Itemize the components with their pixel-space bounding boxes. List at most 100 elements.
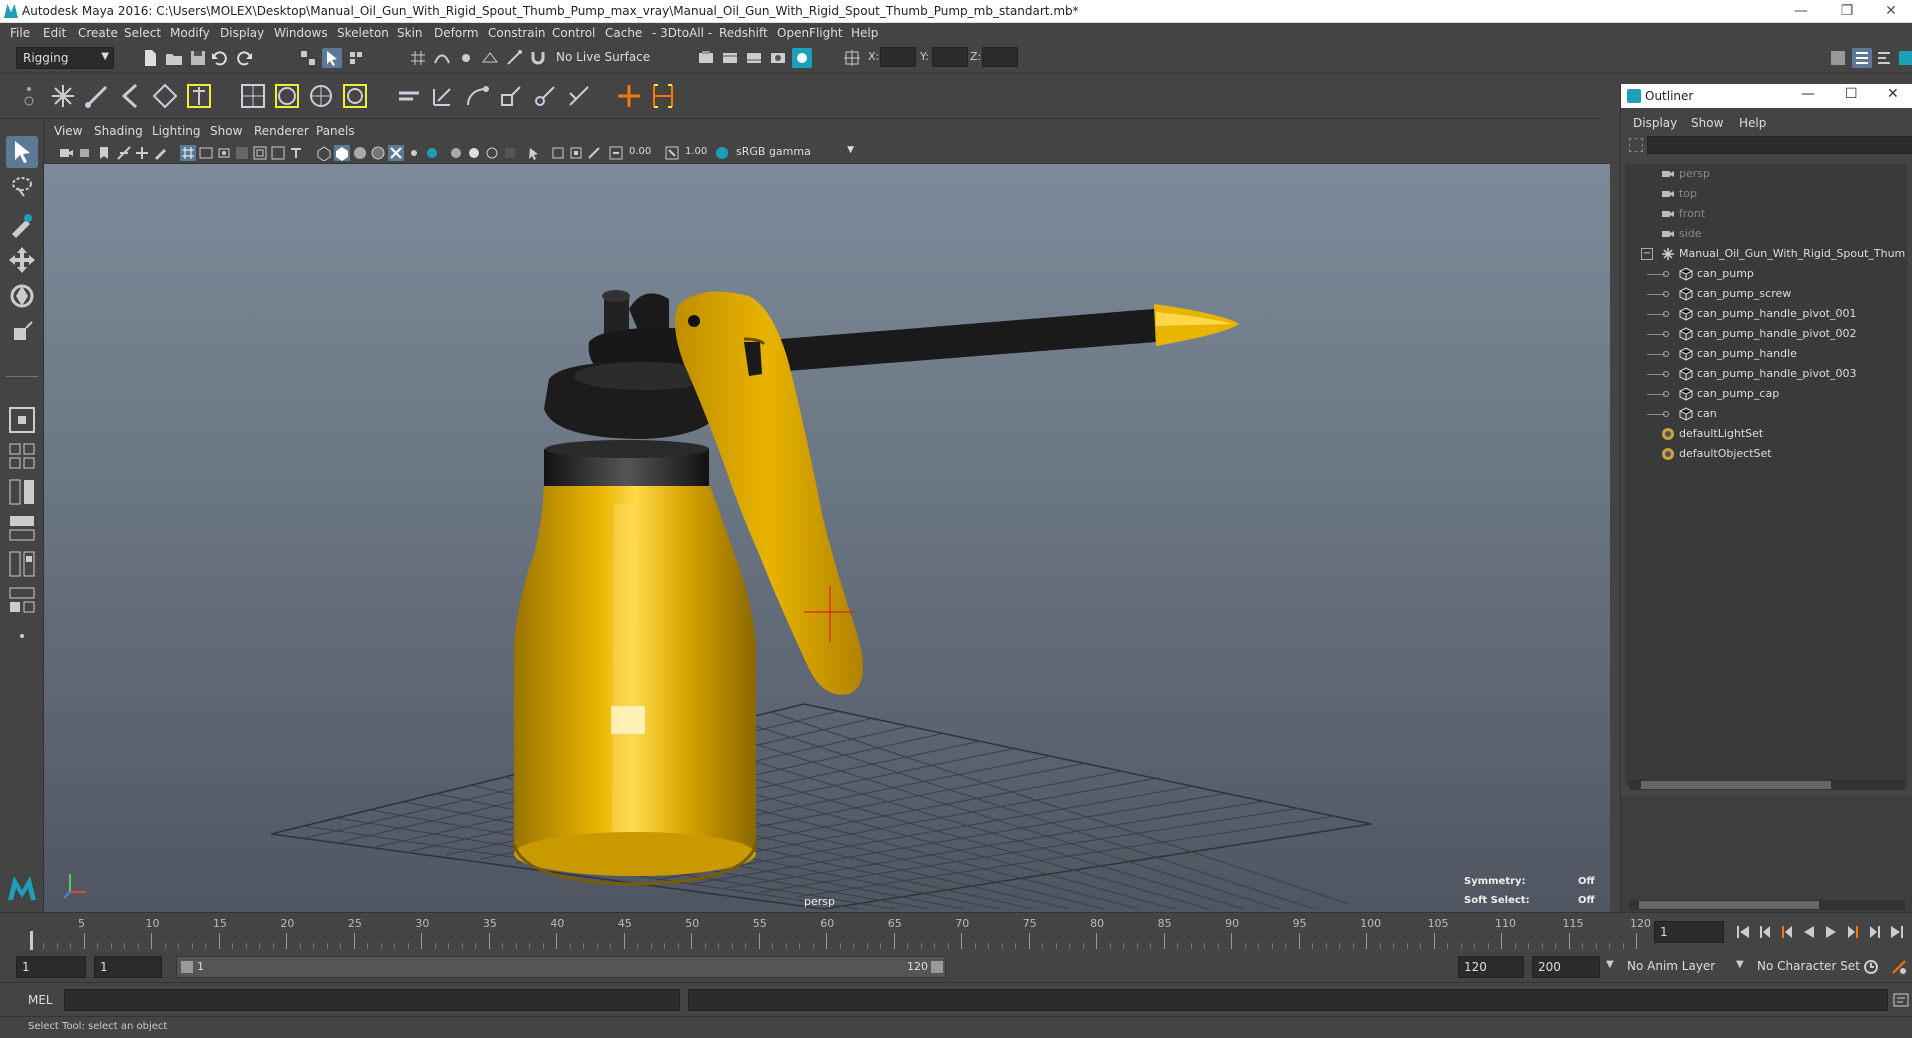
film-gate-icon[interactable] [198,145,214,161]
grid-toggle-icon[interactable] [180,145,196,161]
range-bar[interactable]: 1 120 [176,956,946,978]
exposure-field[interactable]: 0.00 [626,143,658,163]
exposure-icon[interactable] [608,145,624,161]
outliner-item[interactable]: can_pump_handle_pivot_002 [1625,324,1907,344]
outliner-item[interactable]: can [1625,404,1907,424]
x-coord-field[interactable] [880,47,916,67]
outliner-item[interactable]: can_pump [1625,264,1907,284]
character-set-dropdown[interactable]: No Character Set [1752,956,1872,978]
hypershade-icon[interactable] [792,48,812,68]
menu-modify[interactable]: Modify [170,26,210,40]
menu-skin[interactable]: Skin [397,26,423,40]
play-backward-icon[interactable] [1800,923,1818,941]
single-view-layout-icon[interactable] [6,404,38,436]
expand-dot-icon[interactable] [1663,291,1669,297]
attr-hscroll-thumb[interactable] [1639,901,1819,909]
step-back-icon[interactable] [1756,923,1774,941]
menu-display[interactable]: Display [220,26,264,40]
time-ruler[interactable]: 5 10 15 20 25 30 35 40 45 50 55 60 65 70 75 80 85 90 95 100… [30,913,1651,951]
shadows-icon[interactable] [448,145,464,161]
expand-dot-icon[interactable] [1663,331,1669,337]
grease-pencil-icon[interactable] [152,145,168,161]
transform-mode-icon[interactable] [842,48,862,68]
camera-attributes-icon[interactable] [78,145,94,161]
current-time-indicator[interactable] [30,931,33,951]
ik-spline-icon[interactable] [116,81,146,111]
vp-menu-lighting[interactable]: Lighting [152,124,201,138]
menu-3dtoall[interactable]: - 3DtoAll - [652,26,712,40]
locator-icon[interactable] [614,81,644,111]
outliner-maximize-button[interactable]: ☐ [1845,86,1858,102]
menu-file[interactable]: File [10,26,30,40]
step-forward-key-icon[interactable] [1844,923,1862,941]
outliner-item[interactable]: side [1625,224,1907,244]
persp-viewport[interactable]: persp Symmetry: Off Soft Select: Off [44,164,1610,912]
go-to-start-icon[interactable] [1734,923,1752,941]
render-settings-icon[interactable] [768,48,788,68]
frame-selected-icon[interactable] [568,145,584,161]
live-surface-field[interactable]: No Live Surface [550,47,660,69]
playback-end-field[interactable]: 120 [1458,956,1524,978]
vp-menu-show[interactable]: Show [210,124,242,138]
lasso-tool-icon[interactable] [6,172,38,204]
select-hierarchy-icon[interactable] [298,48,318,68]
gamma-icon[interactable] [664,145,680,161]
expand-dot-icon[interactable] [1663,311,1669,317]
playback-start-field[interactable]: 1 [94,956,162,978]
magnet-icon[interactable] [528,48,548,68]
open-scene-icon[interactable] [164,48,184,68]
outliner-item[interactable]: top [1625,184,1907,204]
select-tool-icon[interactable] [6,136,38,168]
outliner-item[interactable]: can_pump_screw [1625,284,1907,304]
current-frame-field[interactable]: 1 [1654,921,1724,943]
rotate-tool-icon[interactable] [6,280,38,312]
collapse-icon[interactable]: − [1641,248,1653,260]
play-forward-icon[interactable] [1822,923,1840,941]
render-frame-icon[interactable] [696,48,716,68]
persp-graph-layout-icon[interactable] [6,512,38,544]
paint-weights-icon[interactable] [184,81,214,111]
animation-preferences-icon[interactable] [1890,958,1908,976]
redo-icon[interactable] [234,48,254,68]
step-back-key-icon[interactable] [1778,923,1796,941]
new-scene-icon[interactable] [140,48,160,68]
menu-set-dropdown[interactable]: Rigging ▼ [16,47,114,69]
parent-constraint-icon[interactable] [530,81,560,111]
outliner-item[interactable]: persp [1625,164,1907,184]
menu-create[interactable]: Create [78,26,118,40]
start-time-field[interactable]: 1 [16,956,86,978]
point-constraint-icon[interactable] [394,81,424,111]
outliner-close-button[interactable]: ✕ [1887,86,1899,102]
xray-components-icon[interactable] [424,145,440,161]
ik-handle-icon[interactable] [82,81,112,111]
menu-select[interactable]: Select [124,26,161,40]
safe-title-icon[interactable] [288,145,304,161]
menu-control[interactable]: Control [552,26,595,40]
expand-dot-icon[interactable] [1663,391,1669,397]
ambient-occlusion-icon[interactable] [466,145,482,161]
save-scene-icon[interactable] [188,48,208,68]
outliner-item[interactable]: defaultObjectSet [1625,444,1907,464]
smooth-shade-icon[interactable] [334,145,350,161]
uv-editor-layout-icon[interactable] [6,584,38,616]
vp-menu-view[interactable]: View [54,124,82,138]
xray-joints-icon[interactable] [406,145,422,161]
frame-all-icon[interactable] [550,145,566,161]
image-plane-icon[interactable] [116,145,132,161]
y-coord-field[interactable] [932,47,968,67]
scale-tool-icon[interactable] [6,316,38,348]
menu-windows[interactable]: Windows [274,26,328,40]
joint-tool-icon[interactable] [48,81,78,111]
bind-skin-icon[interactable] [150,81,180,111]
move-tool-icon[interactable] [6,244,38,276]
more-layouts-icon[interactable] [6,620,38,640]
outliner-minimize-button[interactable]: — [1801,86,1815,102]
select-component-icon[interactable] [346,48,366,68]
vp-menu-panels[interactable]: Panels [316,124,355,138]
outliner-item[interactable]: can_pump_handle_pivot_003 [1625,364,1907,384]
outliner-list[interactable]: persp top front side − Manual_Oil_Gun_With_Ri… [1625,164,1907,786]
outliner-menu-display[interactable]: Display [1633,116,1677,130]
isolate-select-icon[interactable] [526,145,542,161]
hypershade-layout-icon[interactable] [6,548,38,580]
end-time-field[interactable]: 200 [1532,956,1600,978]
